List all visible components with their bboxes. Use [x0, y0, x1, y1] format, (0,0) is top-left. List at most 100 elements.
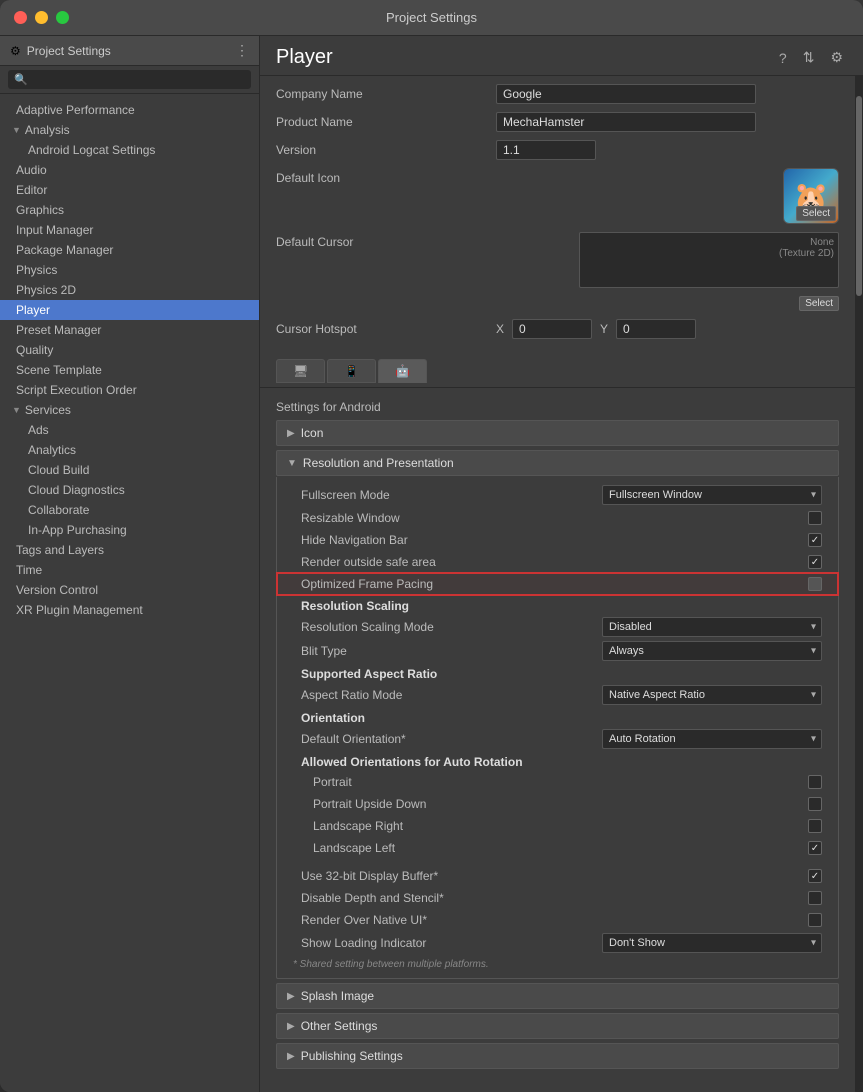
sidebar-item-version-control[interactable]: Version Control [0, 580, 259, 600]
show-loading-indicator-row: Show Loading Indicator Don't Show [277, 931, 838, 955]
sidebar-item-tags-and-layers[interactable]: Tags and Layers [0, 540, 259, 560]
product-name-label: Product Name [276, 112, 496, 129]
resolution-scaling-mode-select[interactable]: Disabled [602, 617, 822, 637]
sidebar-item-xr-plugin-management[interactable]: XR Plugin Management [0, 600, 259, 620]
fullscreen-mode-select[interactable]: Fullscreen Window [602, 485, 822, 505]
sidebar-item-player[interactable]: Player [0, 300, 259, 320]
sidebar-item-audio[interactable]: Audio [0, 160, 259, 180]
optimized-frame-pacing-checkbox[interactable] [808, 577, 822, 591]
scrollbar-track[interactable] [855, 76, 863, 1092]
publishing-settings-header[interactable]: ▶ Publishing Settings [276, 1043, 839, 1069]
sidebar-item-ads[interactable]: Ads [0, 420, 259, 440]
icon-select-button[interactable]: Select [796, 206, 836, 221]
sidebar-item-cloud-diagnostics[interactable]: Cloud Diagnostics [0, 480, 259, 500]
render-over-native-ui-checkbox[interactable] [808, 913, 822, 927]
chevron-down-icon-services: ▼ [12, 405, 21, 415]
footnote: * Shared setting between multiple platfo… [277, 955, 838, 974]
settings-gear-button[interactable]: ⚙ [826, 47, 847, 68]
version-row: Version [276, 140, 839, 162]
cursor-x-input[interactable] [512, 319, 592, 339]
show-loading-indicator-label: Show Loading Indicator [301, 936, 602, 950]
disable-depth-stencil-label: Disable Depth and Stencil* [301, 891, 808, 905]
sidebar-item-package-manager[interactable]: Package Manager [0, 240, 259, 260]
platform-tab-android[interactable]: 🤖 [378, 359, 427, 383]
other-settings-label: Other Settings [301, 1019, 378, 1033]
render-over-native-ui-row: Render Over Native UI* [277, 909, 838, 931]
cursor-y-input[interactable] [616, 319, 696, 339]
sidebar-item-in-app-purchasing[interactable]: In-App Purchasing [0, 520, 259, 540]
monitor-icon: 🖥 [293, 364, 308, 378]
default-icon-box[interactable]: 🐹 Select [783, 168, 839, 224]
sidebar-item-cloud-build[interactable]: Cloud Build [0, 460, 259, 480]
splash-image-section: ▶ Splash Image [276, 983, 839, 1009]
icon-section-header[interactable]: ▶ Icon [276, 420, 839, 446]
sidebar-item-analytics[interactable]: Analytics [0, 440, 259, 460]
sidebar-item-adaptive-performance[interactable]: Adaptive Performance [0, 100, 259, 120]
blit-type-select[interactable]: Always [602, 641, 822, 661]
resolution-section: ▼ Resolution and Presentation Fullscreen… [276, 450, 839, 979]
minimize-button[interactable] [35, 11, 48, 24]
layout-button[interactable]: ⇅ [799, 47, 819, 68]
sidebar-item-quality[interactable]: Quality [0, 340, 259, 360]
blit-type-row: Blit Type Always [277, 639, 838, 663]
default-orientation-select[interactable]: Auto Rotation [602, 729, 822, 749]
sidebar-item-input-manager[interactable]: Input Manager [0, 220, 259, 240]
landscape-left-checkbox[interactable] [808, 841, 822, 855]
close-button[interactable] [14, 11, 27, 24]
platform-tab-monitor[interactable]: 🖥 [276, 359, 325, 383]
sidebar-item-graphics[interactable]: Graphics [0, 200, 259, 220]
content-area: ⚙ Project Settings ⋮ 🔍 Adaptive Performa… [0, 36, 863, 1092]
cursor-y-label: Y [600, 322, 608, 336]
maximize-button[interactable] [56, 11, 69, 24]
default-icon-label: Default Icon [276, 168, 496, 185]
main-scroll-area[interactable]: Company Name Product Name [260, 76, 855, 1092]
sidebar-item-script-execution-order[interactable]: Script Execution Order [0, 380, 259, 400]
sidebar-item-analysis[interactable]: ▼ Analysis [0, 120, 259, 140]
sidebar-item-scene-template[interactable]: Scene Template [0, 360, 259, 380]
main-panel: Player ? ⇅ ⚙ Company Name [260, 36, 863, 1092]
sidebar-item-android-logcat[interactable]: Android Logcat Settings [0, 140, 259, 160]
page-title: Player [276, 46, 333, 69]
default-orientation-wrap: Auto Rotation [602, 729, 822, 749]
landscape-right-checkbox[interactable] [808, 819, 822, 833]
version-input[interactable] [496, 140, 596, 160]
portrait-checkbox[interactable] [808, 775, 822, 789]
platform-tab-ios[interactable]: 📱 [327, 359, 376, 383]
resolution-section-label: Resolution and Presentation [303, 456, 454, 470]
cursor-select-button[interactable]: Select [799, 296, 839, 311]
resizable-window-row: Resizable Window [277, 507, 838, 529]
scrollbar-thumb[interactable] [856, 96, 862, 296]
hide-navigation-row: Hide Navigation Bar [277, 529, 838, 551]
sidebar-item-preset-manager[interactable]: Preset Manager [0, 320, 259, 340]
resolution-section-content: Fullscreen Mode Fullscreen Window [276, 477, 839, 979]
render-outside-safe-checkbox[interactable] [808, 555, 822, 569]
window-title: Project Settings [386, 10, 477, 25]
app-window: Project Settings ⚙ Project Settings ⋮ 🔍 … [0, 0, 863, 1092]
search-bar: 🔍 [0, 66, 259, 94]
use-32bit-display-checkbox[interactable] [808, 869, 822, 883]
sidebar-header: ⚙ Project Settings ⋮ [0, 36, 259, 66]
cursor-texture-label: (Texture 2D) [779, 248, 834, 259]
resolution-section-header[interactable]: ▼ Resolution and Presentation [276, 450, 839, 476]
resizable-window-checkbox[interactable] [808, 511, 822, 525]
show-loading-indicator-select[interactable]: Don't Show [602, 933, 822, 953]
portrait-upside-down-checkbox[interactable] [808, 797, 822, 811]
sidebar-item-physics-2d[interactable]: Physics 2D [0, 280, 259, 300]
allowed-orientations-label: Allowed Orientations for Auto Rotation [277, 751, 838, 771]
company-name-input[interactable] [496, 84, 756, 104]
other-settings-header[interactable]: ▶ Other Settings [276, 1013, 839, 1039]
hide-navigation-checkbox[interactable] [808, 533, 822, 547]
supported-aspect-ratio-label: Supported Aspect Ratio [277, 663, 838, 683]
splash-image-header[interactable]: ▶ Splash Image [276, 983, 839, 1009]
cursor-hotspot-label: Cursor Hotspot [276, 319, 496, 336]
aspect-ratio-mode-select[interactable]: Native Aspect Ratio [602, 685, 822, 705]
help-button[interactable]: ? [775, 48, 791, 68]
sidebar-item-services[interactable]: ▼ Services [0, 400, 259, 420]
sidebar-item-collaborate[interactable]: Collaborate [0, 500, 259, 520]
sidebar-item-physics[interactable]: Physics [0, 260, 259, 280]
product-name-input[interactable] [496, 112, 756, 132]
sidebar-item-time[interactable]: Time [0, 560, 259, 580]
sidebar-more-button[interactable]: ⋮ [235, 42, 249, 59]
sidebar-item-editor[interactable]: Editor [0, 180, 259, 200]
disable-depth-stencil-checkbox[interactable] [808, 891, 822, 905]
